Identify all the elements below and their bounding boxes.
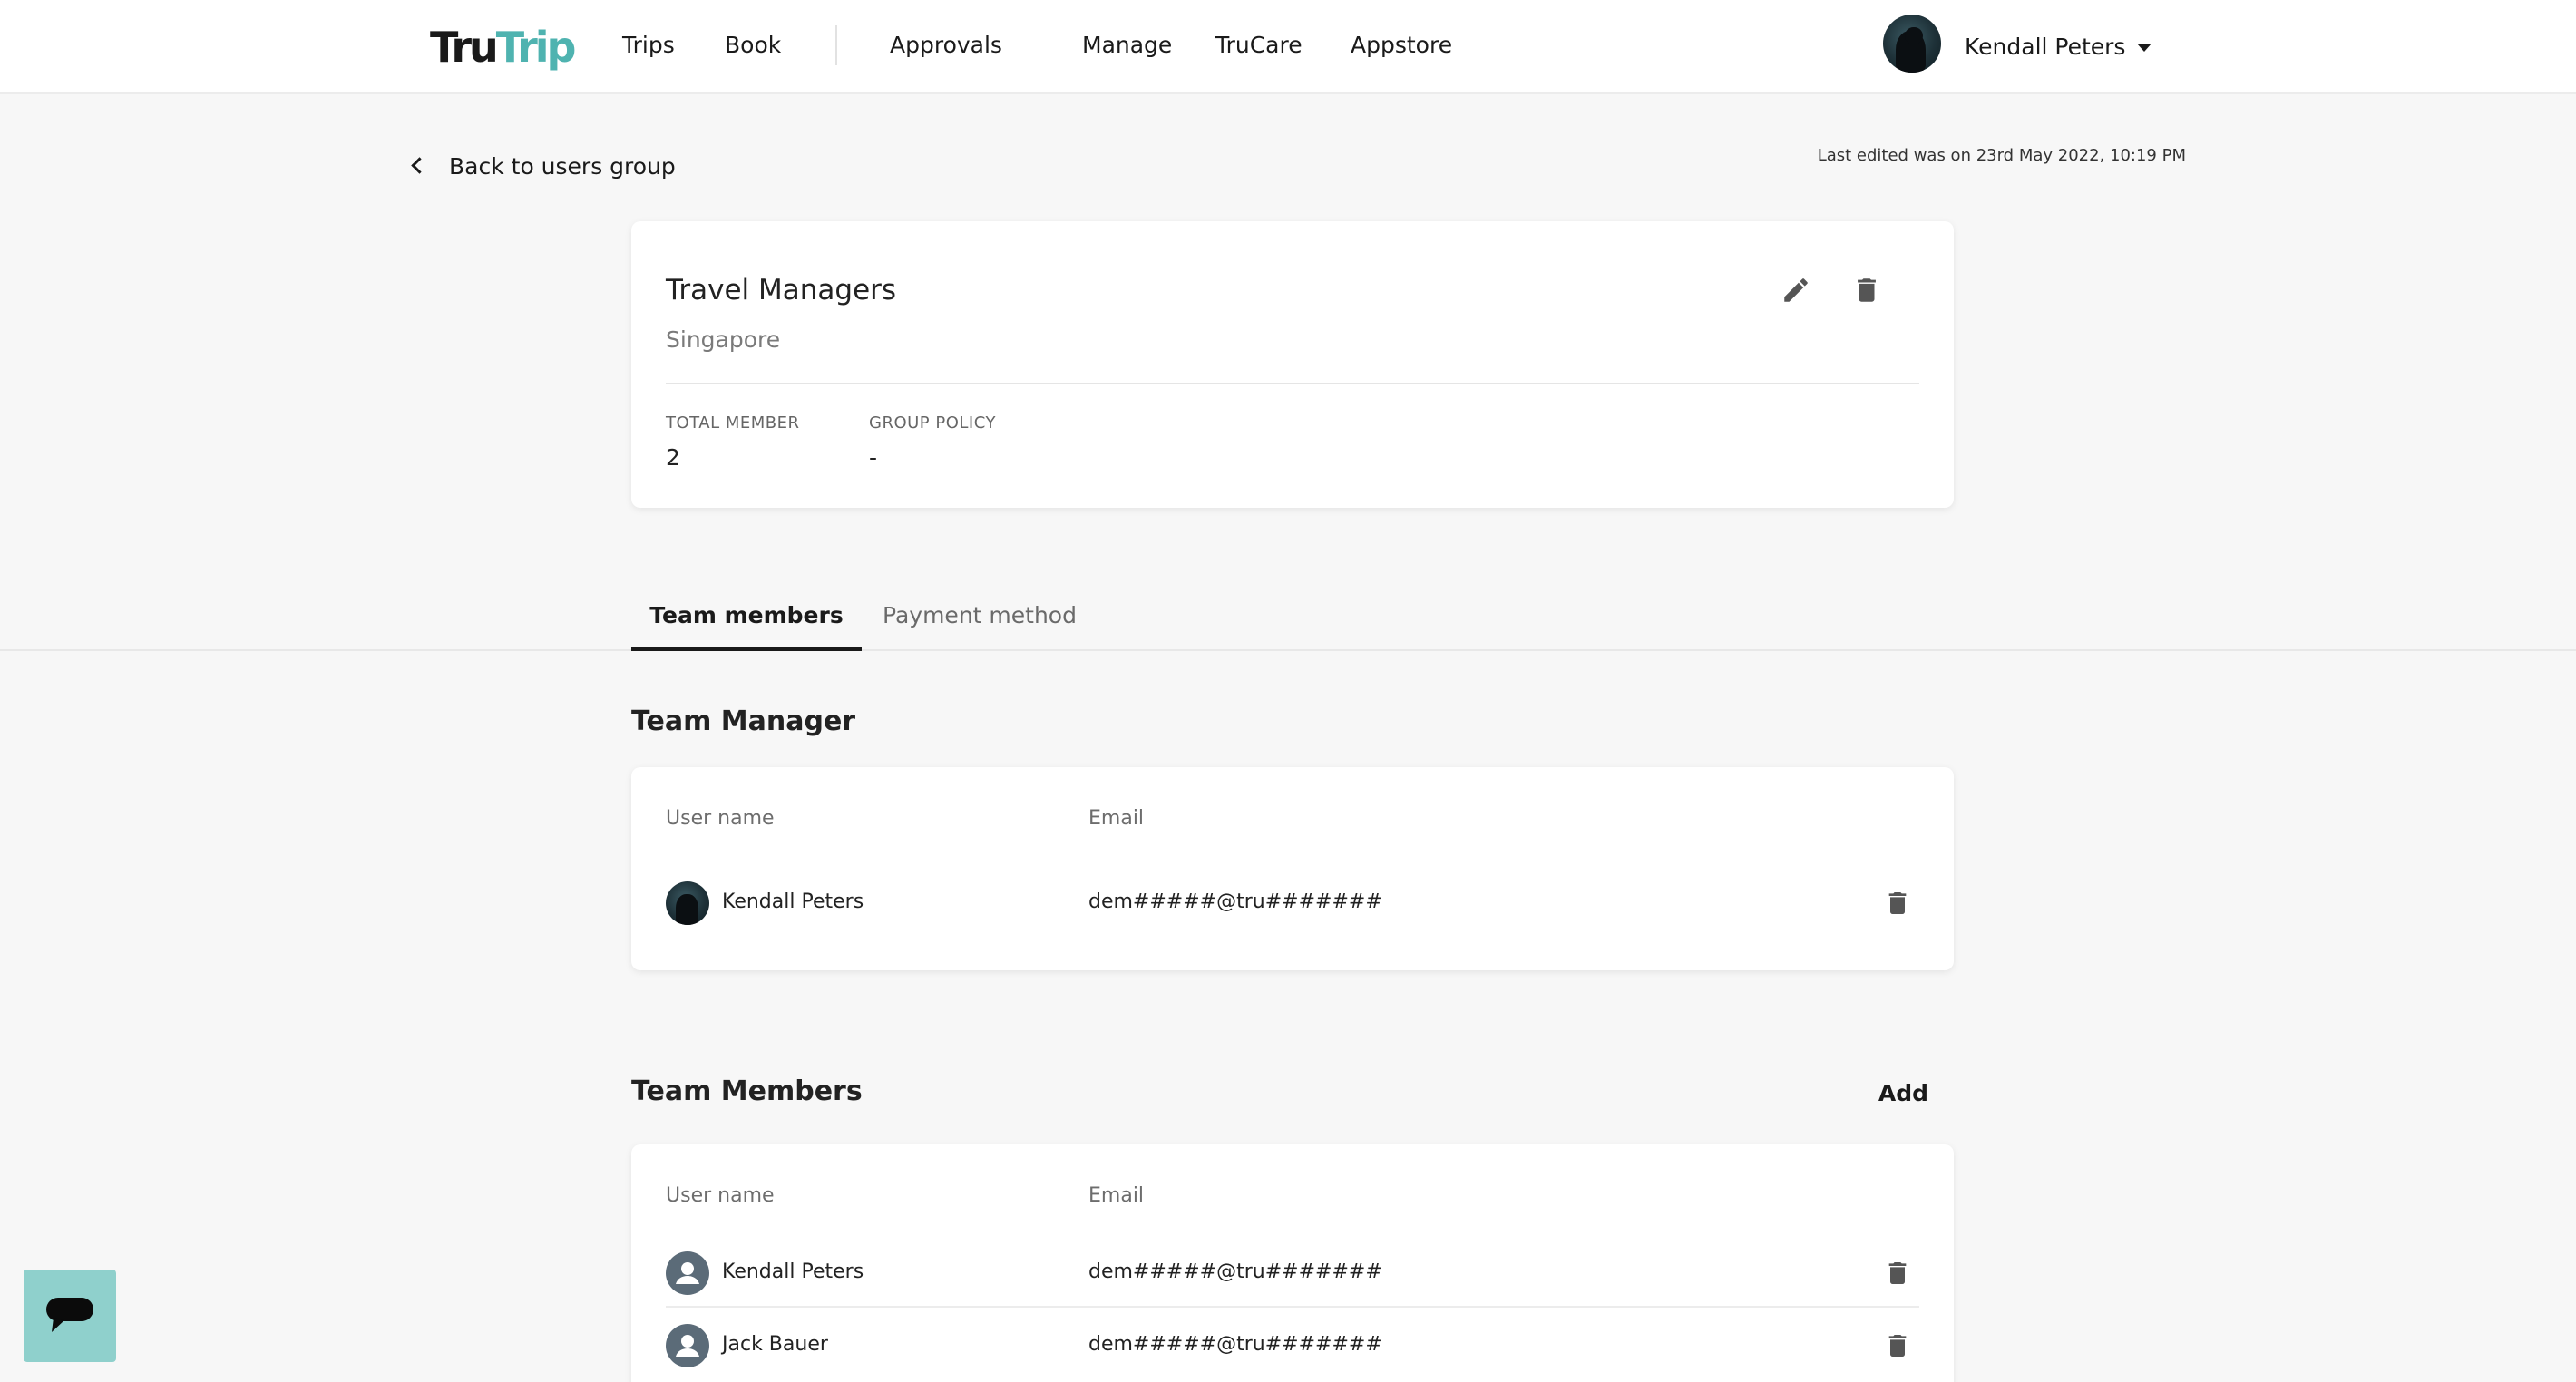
group-location: Singapore	[666, 326, 781, 353]
nav-appstore[interactable]: Appstore	[1351, 27, 1452, 63]
team-members-title: Team Members	[631, 1075, 863, 1107]
table-row: Kendall Peters dem#####@tru#######	[666, 867, 1919, 938]
row-email: dem#####@tru#######	[1088, 1333, 1382, 1356]
delete-manager-button[interactable]	[1876, 881, 1919, 925]
total-member-label: TOTAL MEMBER	[666, 414, 800, 433]
nav-manage[interactable]: Manage	[1082, 27, 1172, 63]
tabs-baseline	[0, 649, 2576, 651]
edit-group-button[interactable]	[1774, 268, 1818, 312]
top-navigation-bar: TruTrip Trips Book Approvals Manage TruC…	[0, 0, 2576, 94]
trash-icon	[1888, 1262, 1907, 1284]
user-avatar	[1883, 15, 1941, 73]
add-member-button[interactable]: Add	[1878, 1075, 1928, 1112]
team-manager-card: User name Email Kendall Peters dem#####@…	[631, 767, 1954, 970]
column-header-user-name: User name	[666, 807, 775, 830]
group-card-divider	[666, 383, 1919, 384]
team-members-card: User name Email Kendall Peters dem#####@…	[631, 1144, 1954, 1382]
back-link-label: Back to users group	[449, 153, 676, 180]
nav-book[interactable]: Book	[725, 27, 781, 63]
nav-approvals[interactable]: Approvals	[890, 27, 1002, 63]
row-user-name: Kendall Peters	[722, 891, 864, 913]
delete-member-button[interactable]	[1876, 1251, 1919, 1295]
trash-icon	[1888, 892, 1907, 914]
back-to-users-group-link[interactable]: Back to users group	[411, 149, 676, 185]
row-user-name: Jack Bauer	[722, 1333, 828, 1356]
team-manager-title: Team Manager	[631, 706, 856, 737]
caret-down-icon	[2137, 44, 2152, 52]
chevron-left-icon	[411, 157, 428, 174]
pencil-icon	[1784, 278, 1808, 302]
tab-payment-method[interactable]: Payment method	[862, 597, 1098, 649]
user-icon	[666, 1324, 709, 1367]
table-row: Jack Bauer dem#####@tru#######	[666, 1309, 1919, 1380]
column-header-email: Email	[1088, 807, 1145, 830]
column-header-email: Email	[1088, 1184, 1145, 1207]
row-email: dem#####@tru#######	[1088, 1260, 1382, 1283]
table-row: Kendall Peters dem#####@tru#######	[666, 1237, 1919, 1308]
avatar	[666, 881, 709, 925]
nav-trips[interactable]: Trips	[622, 27, 675, 63]
last-edited-text: Last edited was on 23rd May 2022, 10:19 …	[1817, 146, 2186, 165]
trash-icon	[1858, 278, 1876, 302]
row-user-name: Kendall Peters	[722, 1260, 864, 1283]
group-policy-label: GROUP POLICY	[869, 414, 996, 433]
trutrip-logo[interactable]: TruTrip	[430, 20, 577, 74]
delete-member-button[interactable]	[1876, 1324, 1919, 1367]
logo-text-tru: Tru	[430, 23, 499, 72]
nav-divider	[835, 25, 837, 65]
row-email: dem#####@tru#######	[1088, 891, 1382, 913]
delete-group-button[interactable]	[1845, 268, 1888, 312]
user-name: Kendall Peters	[1965, 34, 2126, 60]
group-policy-value: -	[869, 444, 878, 471]
user-icon	[666, 1251, 709, 1295]
nav-trucare[interactable]: TruCare	[1215, 27, 1303, 63]
column-header-user-name: User name	[666, 1184, 775, 1207]
total-member-value: 2	[666, 444, 680, 471]
chat-bubble-icon	[46, 1298, 93, 1332]
tab-team-members[interactable]: Team members	[631, 597, 862, 649]
group-name: Travel Managers	[666, 274, 897, 307]
active-tab-indicator	[631, 647, 862, 651]
trash-icon	[1888, 1335, 1907, 1357]
chat-widget-button[interactable]	[24, 1270, 116, 1362]
logo-text-trip: Trip	[495, 23, 577, 72]
group-details-card: Travel Managers Singapore TOTAL MEMBER 2…	[631, 221, 1954, 508]
